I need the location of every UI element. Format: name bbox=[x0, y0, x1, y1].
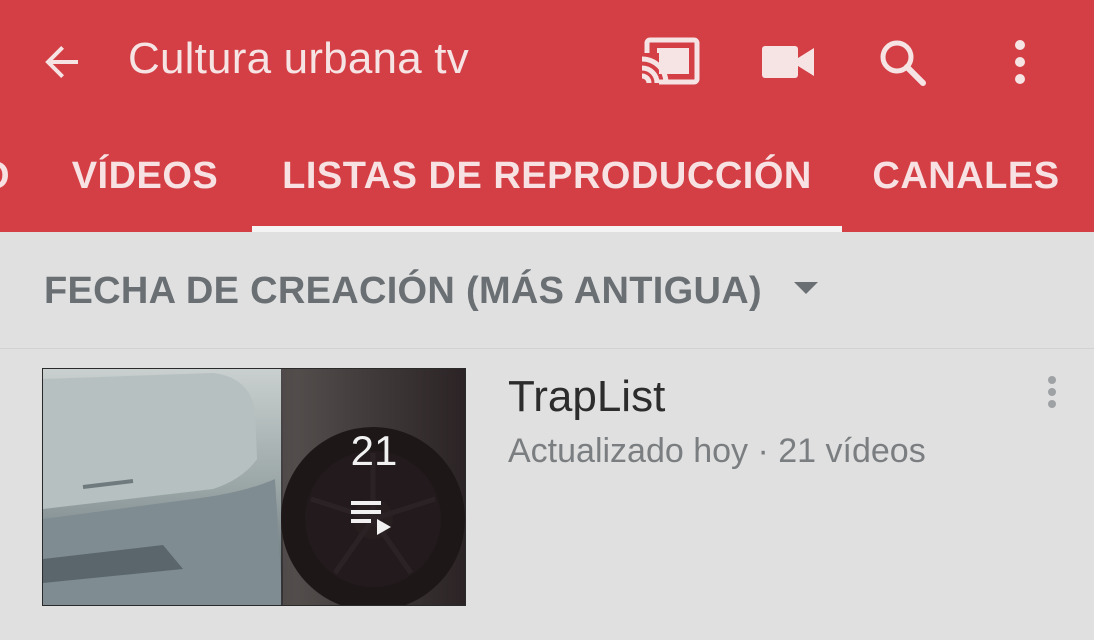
tab-videos[interactable]: VÍDEOS bbox=[44, 120, 246, 232]
search-icon bbox=[880, 40, 926, 86]
search-button[interactable] bbox=[866, 26, 938, 98]
playlist-title[interactable]: TrapList bbox=[508, 372, 665, 422]
channel-title: Cultura urbana tv bbox=[128, 34, 469, 83]
channel-tabs: O VÍDEOS LISTAS DE REPRODUCCIÓN CANALES bbox=[0, 120, 1094, 232]
video-count: 21 bbox=[350, 427, 398, 474]
more-vert-icon bbox=[1015, 40, 1025, 84]
more-vert-icon bbox=[1048, 376, 1056, 408]
app-bar: Cultura urbana tv VÍDEOS LISTAS DE REPRO… bbox=[0, 0, 1094, 232]
playlist-meta: Actualizado hoy · 21 vídeos bbox=[508, 432, 926, 470]
tab-playlists[interactable]: LISTAS DE REPRODUCCIÓN bbox=[252, 120, 842, 232]
cast-button[interactable] bbox=[634, 26, 706, 98]
top-toolbar: Cultura urbana tv bbox=[0, 0, 1094, 120]
video-camera-icon bbox=[762, 46, 814, 78]
playlist-count-overlay bbox=[281, 369, 465, 605]
playlist-more-button[interactable] bbox=[1030, 370, 1074, 414]
tab-channels[interactable]: CANALES bbox=[852, 120, 1080, 232]
sort-bar: FECHA DE CREACIÓN (MÁS ANTIGUA) bbox=[0, 232, 1094, 349]
sort-dropdown[interactable]: FECHA DE CREACIÓN (MÁS ANTIGUA) bbox=[44, 270, 762, 313]
cast-icon bbox=[639, 37, 700, 87]
playlist-thumbnail[interactable]: 21 bbox=[42, 368, 466, 606]
upload-video-button[interactable] bbox=[752, 26, 824, 98]
back-button[interactable] bbox=[30, 30, 94, 94]
playlist-play-icon bbox=[351, 501, 391, 535]
dropdown-caret-icon[interactable] bbox=[792, 280, 820, 296]
tab-partial[interactable]: O bbox=[0, 120, 10, 232]
back-arrow-icon bbox=[45, 46, 78, 78]
more-options-button[interactable] bbox=[984, 26, 1056, 98]
